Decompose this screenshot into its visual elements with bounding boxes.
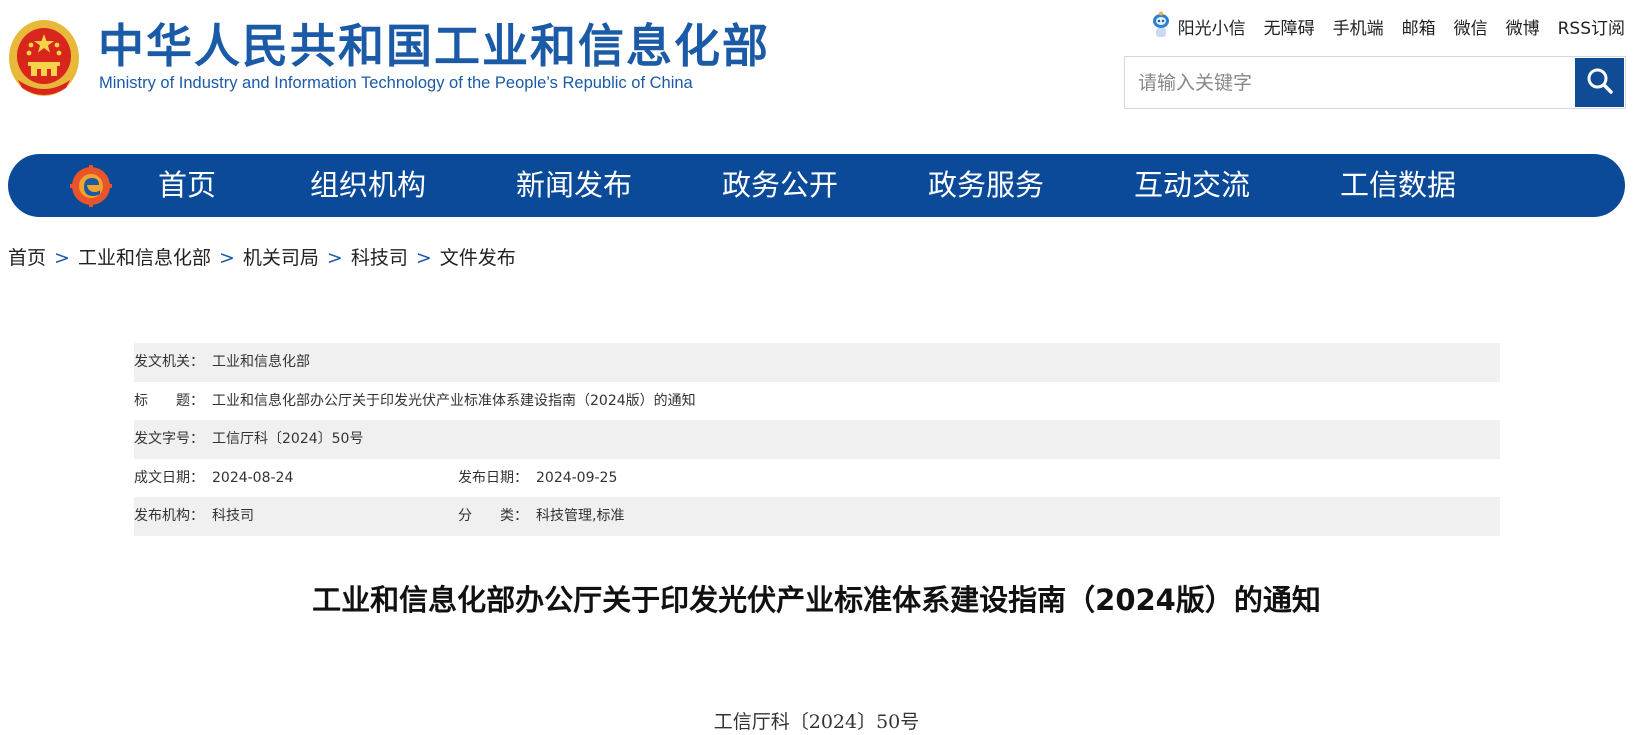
site-title[interactable]: 中华人民共和国工业和信息化部 [98,18,770,74]
toplink-weibo[interactable]: 微博 [1506,14,1540,39]
search-box [1124,56,1626,109]
title-value: 工业和信息化部办公厅关于印发光伏产业标准体系建设指南（2024版）的通知 [212,392,696,409]
org-value: 科技司 [212,508,254,524]
breadcrumb-separator: > [326,247,343,269]
breadcrumb-home[interactable]: 首页 [8,247,46,269]
info-row-org: 发布机构： 科技司 分 类： 科技管理,标准 [134,497,1500,536]
title-label: 标 题： [134,392,204,409]
nav-interaction[interactable]: 互动交流 [1134,154,1250,217]
toplink-sunshine-xiaoxin[interactable]: 阳光小信 [1150,11,1246,41]
breadcrumb-departments[interactable]: 机关司局 [243,247,319,269]
toplink-accessibility[interactable]: 无障碍 [1264,14,1315,39]
info-row-title: 标 题： 工业和信息化部办公厅关于印发光伏产业标准体系建设指南（2024版）的通… [134,382,1500,421]
written-date-label: 成文日期： [134,469,204,486]
document-info-table: 发文机关： 工业和信息化部 标 题： 工业和信息化部办公厅关于印发光伏产业标准体… [134,343,1500,536]
category-value: 科技管理,标准 [536,508,625,524]
miit-logo-icon [70,165,112,207]
nav-government-services[interactable]: 政务服务 [928,154,1044,217]
nav-organization[interactable]: 组织机构 [310,154,426,217]
search-button[interactable] [1575,58,1624,107]
nav-government-affairs[interactable]: 政务公开 [722,154,838,217]
nav-home[interactable]: 首页 [158,154,216,217]
issuer-value: 工业和信息化部 [212,354,310,370]
info-row-docno: 发文字号： 工信厅科〔2024〕50号 [134,420,1500,459]
nav-data[interactable]: 工信数据 [1340,154,1456,217]
published-date-label: 发布日期： [458,469,528,486]
article-doc-number: 工信厅科〔2024〕50号 [713,711,920,733]
main-nav: 首页 组织机构 新闻发布 政务公开 政务服务 互动交流 工信数据 [8,154,1625,217]
breadcrumb-miit[interactable]: 工业和信息化部 [78,247,211,269]
top-links: 阳光小信 无障碍 手机端 邮箱 微信 微博 RSS订阅 [1150,11,1625,41]
breadcrumb-separator: > [54,247,70,269]
toplink-mail[interactable]: 邮箱 [1402,14,1436,39]
toplink-rss[interactable]: RSS订阅 [1558,14,1625,39]
breadcrumb: 首页 > 工业和信息化部 > 机关司局 > 科技司 > 文件发布 [8,243,516,270]
published-date-value: 2024-09-25 [536,469,618,486]
breadcrumb-separator: > [415,247,432,269]
nav-news[interactable]: 新闻发布 [516,154,632,217]
breadcrumb-science-dept[interactable]: 科技司 [351,247,408,269]
article-title: 工业和信息化部办公厅关于印发光伏产业标准体系建设指南（2024版）的通知 [312,583,1321,617]
category-label: 分 类： [458,508,528,524]
national-emblem-icon[interactable] [8,18,80,98]
site-subtitle[interactable]: Ministry of Industry and Information Tec… [99,74,693,93]
site-header: 中华人民共和国工业和信息化部 Ministry of Industry and … [0,0,1633,130]
breadcrumb-separator: > [218,247,235,269]
org-label: 发布机构： [134,508,204,524]
search-input[interactable] [1125,57,1573,108]
issuer-label: 发文机关： [134,354,204,370]
info-row-dates: 成文日期： 2024-08-24 发布日期： 2024-09-25 [134,459,1500,498]
toplink-wechat[interactable]: 微信 [1454,14,1488,39]
toplink-label: 阳光小信 [1177,18,1246,39]
info-row-issuer: 发文机关： 工业和信息化部 [134,343,1500,382]
breadcrumb-documents[interactable]: 文件发布 [440,247,516,269]
robot-assistant-icon [1150,11,1172,41]
search-icon [1585,66,1615,100]
docno-label: 发文字号： [134,431,204,447]
docno-value: 工信厅科〔2024〕50号 [212,431,364,447]
toplink-mobile[interactable]: 手机端 [1333,14,1384,39]
written-date-value: 2024-08-24 [212,469,294,486]
